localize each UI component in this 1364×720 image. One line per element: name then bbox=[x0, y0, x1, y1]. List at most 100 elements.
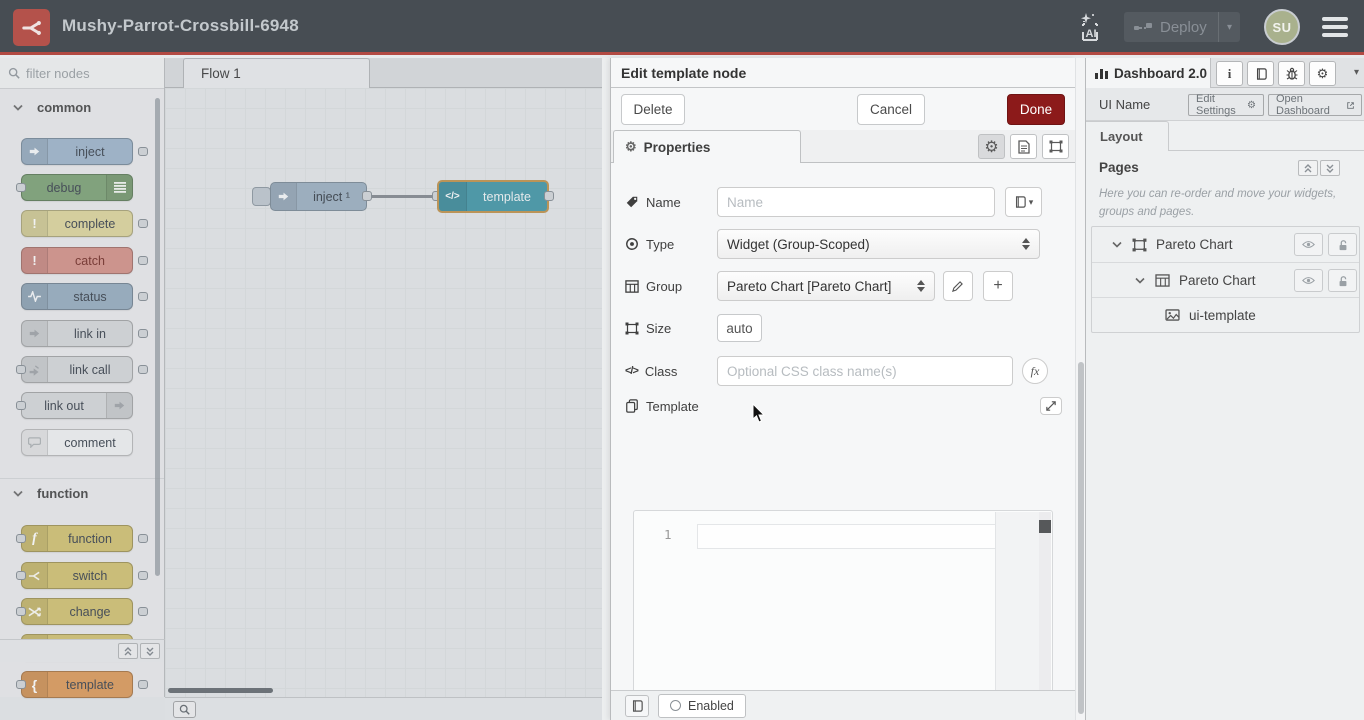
palette-scrollbar[interactable] bbox=[155, 98, 160, 576]
palette-node-inject[interactable]: inject bbox=[14, 138, 150, 165]
tree-row-widget[interactable]: ui-template bbox=[1092, 297, 1359, 332]
deploy-button[interactable]: Deploy ▾ bbox=[1124, 12, 1240, 42]
name-field-row: Name ▾ bbox=[625, 187, 1062, 217]
palette-node-function[interactable]: f function bbox=[14, 525, 150, 552]
expand-icon bbox=[1046, 401, 1056, 411]
main-menu-button[interactable] bbox=[1322, 17, 1348, 41]
debug-tab-button[interactable] bbox=[1278, 61, 1305, 86]
cancel-button[interactable]: Cancel bbox=[857, 94, 925, 125]
palette-node-link-out[interactable]: link out bbox=[14, 392, 150, 419]
palette-node-debug[interactable]: debug bbox=[14, 174, 150, 201]
flow-tab[interactable]: Flow 1 bbox=[183, 58, 370, 88]
book-icon bbox=[1255, 68, 1267, 80]
node-description-button[interactable] bbox=[1010, 134, 1037, 159]
expand-editor-button[interactable] bbox=[1040, 397, 1062, 415]
category-function[interactable]: function bbox=[0, 478, 164, 508]
class-input[interactable] bbox=[717, 356, 1013, 386]
output-port bbox=[138, 534, 148, 543]
flow-node-inject[interactable]: inject ¹ bbox=[270, 182, 367, 211]
collapse-all-button[interactable] bbox=[1298, 160, 1318, 176]
edit-group-button[interactable] bbox=[943, 271, 973, 301]
palette-node-link-in[interactable]: link in bbox=[14, 320, 150, 347]
flow-canvas[interactable]: inject ¹ </> template bbox=[165, 88, 602, 697]
canvas-footer bbox=[165, 697, 602, 720]
lock-button[interactable] bbox=[1328, 269, 1357, 292]
palette-node-change[interactable]: change bbox=[14, 598, 150, 625]
tree-row-group[interactable]: Pareto Chart bbox=[1092, 262, 1359, 297]
help-tab-button[interactable] bbox=[1247, 61, 1274, 86]
expression-button[interactable]: fx bbox=[1022, 358, 1048, 384]
config-tab-button[interactable]: ⚙ bbox=[1309, 61, 1336, 86]
palette-node-switch[interactable]: switch bbox=[14, 562, 150, 589]
tree-row-page[interactable]: Pareto Chart bbox=[1092, 227, 1359, 262]
category-common[interactable]: common bbox=[0, 94, 164, 120]
ai-assistant-button[interactable]: AI bbox=[1072, 10, 1108, 44]
ui-name-label: UI Name bbox=[1099, 97, 1150, 112]
chevron-down-icon[interactable] bbox=[1112, 241, 1122, 248]
properties-tab[interactable]: ⚙ Properties bbox=[613, 130, 801, 163]
add-group-button[interactable]: + bbox=[983, 271, 1013, 301]
chevron-down-icon[interactable] bbox=[1135, 277, 1145, 284]
lock-button[interactable] bbox=[1328, 233, 1357, 256]
tray-scrollbar[interactable] bbox=[1075, 58, 1085, 720]
type-label: Type bbox=[625, 237, 717, 252]
palette-node-template[interactable]: { template bbox=[14, 671, 150, 698]
code-icon: </> bbox=[625, 365, 638, 377]
palette-node-status[interactable]: status bbox=[14, 283, 150, 310]
type-select[interactable]: Widget (Group-Scoped) bbox=[717, 229, 1040, 259]
avatar-initials: SU bbox=[1272, 20, 1291, 35]
wire[interactable] bbox=[372, 195, 437, 198]
tab-dashboard[interactable]: Dashboard 2.0 bbox=[1086, 58, 1211, 88]
editor-scrollbar-handle[interactable] bbox=[1039, 520, 1051, 533]
tab-layout-label: Layout bbox=[1100, 129, 1143, 144]
editor-minimap[interactable] bbox=[995, 512, 1039, 720]
template-code-editor[interactable]: 1 bbox=[633, 510, 1053, 720]
search-flows-button[interactable] bbox=[173, 701, 196, 718]
output-port[interactable] bbox=[544, 191, 554, 201]
workspace-title: Mushy-Parrot-Crossbill-6948 bbox=[62, 16, 299, 36]
name-input[interactable] bbox=[717, 187, 995, 217]
label-visibility-button[interactable]: ▾ bbox=[1005, 187, 1042, 217]
size-auto-button[interactable]: auto bbox=[717, 314, 762, 342]
palette-node-complete[interactable]: ! complete bbox=[14, 210, 150, 237]
deploy-options-caret[interactable]: ▾ bbox=[1218, 12, 1240, 42]
visibility-button[interactable] bbox=[1294, 233, 1323, 256]
eye-icon bbox=[1302, 240, 1315, 249]
expand-all-button[interactable] bbox=[1320, 160, 1340, 176]
visibility-button[interactable] bbox=[1294, 269, 1323, 292]
palette-node-comment[interactable]: comment bbox=[14, 429, 150, 456]
node-appearance-button[interactable] bbox=[1042, 134, 1069, 159]
palette-search[interactable] bbox=[0, 58, 164, 89]
expand-all-button[interactable] bbox=[140, 643, 160, 659]
output-port[interactable] bbox=[362, 191, 372, 201]
delete-button[interactable]: Delete bbox=[621, 94, 685, 125]
edit-properties-button[interactable]: ⚙ bbox=[978, 134, 1005, 159]
group-select[interactable]: Pareto Chart [Pareto Chart] bbox=[717, 271, 935, 301]
input-port bbox=[16, 365, 26, 374]
inject-trigger-button[interactable] bbox=[252, 187, 271, 206]
sidebar-menu-caret[interactable]: ▾ bbox=[1354, 67, 1359, 78]
search-icon bbox=[179, 704, 190, 715]
type-select-value: Widget (Group-Scoped) bbox=[727, 237, 870, 252]
editor-scrollbar[interactable] bbox=[1039, 512, 1051, 720]
user-avatar[interactable]: SU bbox=[1264, 9, 1300, 45]
canvas-horizontal-scrollbar[interactable] bbox=[168, 688, 273, 693]
info-tab-button[interactable]: i bbox=[1216, 61, 1243, 86]
done-button[interactable]: Done bbox=[1007, 94, 1065, 125]
palette-node-catch[interactable]: ! catch bbox=[14, 247, 150, 274]
collapse-all-button[interactable] bbox=[118, 643, 138, 659]
flow-node-template-selected[interactable]: </> template bbox=[437, 180, 549, 213]
tray-scrollbar-handle[interactable] bbox=[1078, 362, 1084, 714]
input-port bbox=[16, 534, 26, 543]
open-dashboard-button[interactable]: Open Dashboard bbox=[1268, 94, 1362, 116]
edit-settings-button[interactable]: Edit Settings ⚙ bbox=[1188, 94, 1264, 116]
node-enabled-toggle[interactable]: Enabled bbox=[658, 694, 746, 718]
palette-node-link-call[interactable]: link call bbox=[14, 356, 150, 383]
node-help-button[interactable] bbox=[625, 695, 649, 717]
palette-footer bbox=[0, 639, 165, 662]
input-port bbox=[16, 680, 26, 689]
size-field-row: Size auto bbox=[625, 314, 1062, 342]
filter-nodes-input[interactable] bbox=[26, 66, 146, 81]
pencil-icon bbox=[952, 280, 964, 292]
tab-layout[interactable]: Layout bbox=[1086, 121, 1169, 151]
